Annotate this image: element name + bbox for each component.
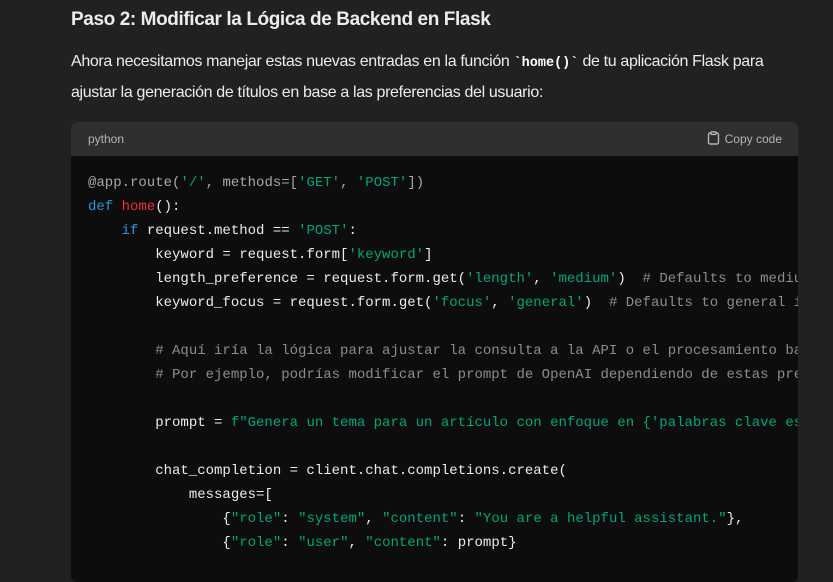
code-token: , bbox=[365, 511, 383, 527]
code-line: {"role": "user", "content": prompt} bbox=[88, 531, 798, 555]
code-token: keyword_focus = request.form.get( bbox=[88, 295, 433, 311]
code-token: , bbox=[491, 295, 509, 311]
code-token: @app.route( bbox=[88, 175, 181, 191]
code-token: "user" bbox=[298, 535, 349, 551]
code-token: "role" bbox=[230, 535, 282, 551]
code-token: ) bbox=[583, 295, 609, 311]
code-token: # Por ejemplo, podrías modificar el prom… bbox=[155, 367, 798, 383]
code-token: length_preference = request.form.get( bbox=[88, 271, 467, 287]
code-token: : bbox=[457, 511, 475, 527]
code-token: request.method == bbox=[138, 223, 299, 239]
code-token: 'keyword' bbox=[348, 247, 425, 263]
code-line: def home(): bbox=[88, 195, 798, 219]
code-token: 'POST' bbox=[356, 175, 408, 191]
code-token: keyword = request.form[ bbox=[88, 247, 349, 263]
code-line: # Aquí iría la lógica para ajustar la co… bbox=[88, 339, 798, 363]
code-line: @app.route('/', methods=['GET', 'POST']) bbox=[88, 171, 798, 195]
code-token: { bbox=[88, 535, 231, 551]
code-token: 'focus' bbox=[432, 295, 492, 311]
copy-code-button[interactable]: Copy code bbox=[707, 130, 782, 148]
clipboard-icon bbox=[707, 130, 720, 148]
intro-paragraph: Ahora necesitamos manejar estas nuevas e… bbox=[71, 47, 764, 107]
code-line: chat_completion = client.chat.completion… bbox=[88, 459, 798, 483]
code-line: length_preference = request.form.get('le… bbox=[88, 267, 798, 291]
code-token: # Aquí iría la lógica para ajustar la co… bbox=[155, 343, 798, 359]
code-token: "content" bbox=[365, 535, 441, 551]
code-token: if bbox=[121, 223, 139, 239]
section-heading: Paso 2: Modificar la Lógica de Backend e… bbox=[71, 9, 491, 30]
code-token: 'GET' bbox=[298, 175, 341, 191]
code-token: "You are a helpful assistant." bbox=[474, 511, 727, 527]
code-token: 'general' bbox=[508, 295, 584, 311]
code-token: # Defaults to medium if not specified bbox=[642, 271, 798, 287]
code-line: messages=[ bbox=[88, 483, 798, 507]
code-token: , methods=[ bbox=[205, 175, 299, 191]
code-token: "system" bbox=[298, 511, 366, 527]
code-line: keyword_focus = request.form.get('focus'… bbox=[88, 291, 798, 315]
code-token: 'POST' bbox=[298, 223, 349, 239]
paragraph-line-2: ajustar la generación de títulos en base… bbox=[71, 84, 543, 101]
code-block-header: python Copy code bbox=[71, 122, 798, 156]
code-token: prompt = bbox=[88, 415, 231, 431]
code-token: f"Genera un tema para un artículo con en… bbox=[230, 415, 798, 431]
code-language-label: python bbox=[88, 132, 125, 146]
code-line: keyword = request.form['keyword'] bbox=[88, 243, 798, 267]
code-token: # Defaults to general if not specified bbox=[608, 295, 798, 311]
copy-code-label: Copy code bbox=[724, 132, 782, 146]
code-token: 'length' bbox=[466, 271, 534, 287]
code-line: {"role": "system", "content": "You are a… bbox=[88, 507, 798, 531]
code-line: # Por ejemplo, podrías modificar el prom… bbox=[88, 363, 798, 387]
code-token: { bbox=[88, 511, 231, 527]
code-token: (): bbox=[155, 199, 181, 215]
code-block: python Copy code @app.route('/', methods… bbox=[71, 122, 798, 582]
code-token: , bbox=[348, 535, 366, 551]
code-token: 'medium' bbox=[550, 271, 618, 287]
code-token: : bbox=[348, 223, 357, 239]
code-token: }, bbox=[726, 511, 744, 527]
code-token: ]) bbox=[407, 175, 425, 191]
code-token: '/' bbox=[180, 175, 206, 191]
paragraph-text: Ahora necesitamos manejar estas nuevas e… bbox=[71, 53, 514, 70]
paragraph-text: de tu aplicación Flask para bbox=[578, 53, 764, 70]
code-token: ] bbox=[424, 247, 433, 263]
code-token: chat_completion = client.chat.completion… bbox=[88, 463, 567, 479]
code-token: : bbox=[281, 511, 299, 527]
code-content: @app.route('/', methods=['GET', 'POST'])… bbox=[71, 156, 798, 555]
code-token: home bbox=[121, 199, 156, 215]
code-token: , bbox=[533, 271, 551, 287]
code-line: prompt = f"Genera un tema para un artícu… bbox=[88, 411, 798, 435]
code-token: "role" bbox=[230, 511, 282, 527]
code-line: if request.method == 'POST': bbox=[88, 219, 798, 243]
code-token: : prompt} bbox=[440, 535, 517, 551]
code-token: def bbox=[88, 199, 114, 215]
code-token: : bbox=[281, 535, 299, 551]
inline-code: `home()` bbox=[513, 56, 579, 71]
code-token: ) bbox=[617, 271, 643, 287]
code-token: "content" bbox=[382, 511, 458, 527]
code-token: , bbox=[340, 175, 357, 191]
paragraph-line-1: Ahora necesitamos manejar estas nuevas e… bbox=[71, 47, 764, 78]
code-token: messages=[ bbox=[88, 487, 273, 503]
